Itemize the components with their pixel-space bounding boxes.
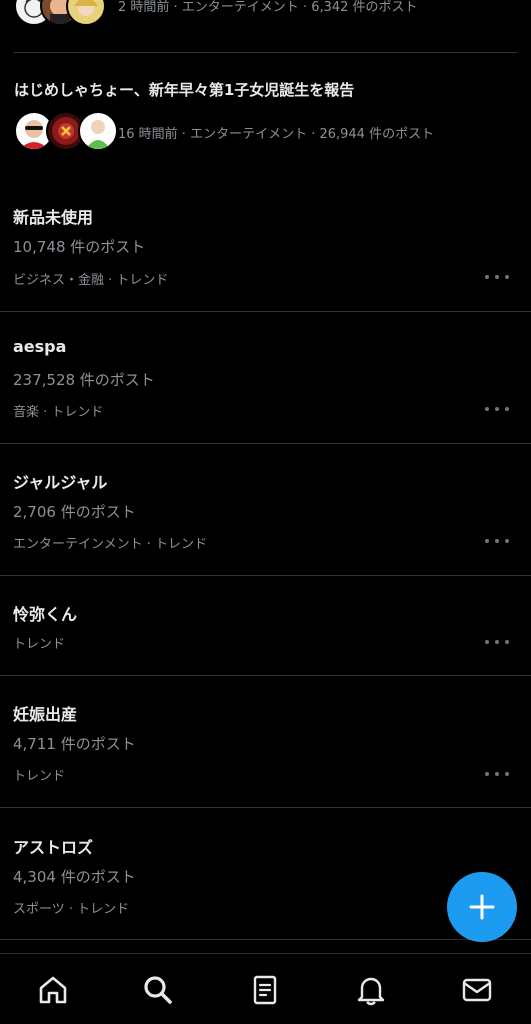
trend-post-count: 4,711 件のポスト — [13, 735, 136, 753]
notes-icon — [253, 975, 277, 1005]
trend-category: トレンド — [13, 769, 66, 784]
trend-category: エンターテインメント · トレンド — [13, 537, 208, 552]
trend-post-count: 4,304 件のポスト — [13, 868, 136, 886]
more-options-button[interactable] — [485, 766, 509, 782]
bell-icon — [357, 977, 385, 1006]
trend-title: 妊娠出産 — [13, 705, 78, 724]
news-story[interactable]: はじめしゃちょー、新年早々第1子女児誕生を報告 16 時間前 · エンターテイメ… — [0, 53, 531, 163]
trend-post-count: 237,528 件のポスト — [13, 371, 155, 389]
trend-category: 音楽 · トレンド — [13, 405, 104, 420]
trend-title: 怜弥くん — [13, 605, 78, 624]
plus-icon — [469, 894, 495, 920]
trend-post-count: 10,748 件のポスト — [13, 238, 146, 256]
trend-item[interactable]: 新品未使用 10,748 件のポスト ビジネス・金融 · トレンド — [0, 180, 531, 312]
trend-item[interactable]: 怜弥くん トレンド — [0, 576, 531, 676]
nav-search-button[interactable] — [138, 970, 178, 1010]
news-story-avatars — [14, 111, 118, 151]
nav-home-button[interactable] — [33, 970, 73, 1010]
more-options-button[interactable] — [485, 269, 509, 285]
more-options-button[interactable] — [485, 533, 509, 549]
trend-item[interactable]: aespa 237,528 件のポスト 音楽 · トレンド — [0, 312, 531, 444]
avatar-green-character-icon — [78, 111, 118, 151]
trend-post-count: 2,706 件のポスト — [13, 503, 136, 521]
trend-title: 新品未使用 — [13, 208, 94, 227]
avatar-blonde-icon — [66, 0, 106, 26]
nav-messages-button[interactable] — [457, 970, 497, 1010]
news-headline[interactable]: はじめしゃちょー、新年早々第1子女児誕生を報告 — [14, 79, 354, 100]
home-icon — [39, 976, 67, 1004]
trend-item[interactable]: 妊娠出産 4,711 件のポスト トレンド — [0, 676, 531, 808]
top-story[interactable]: 2 時間前 · エンターテイメント · 6,342 件のポスト — [0, 0, 531, 52]
search-icon — [144, 976, 172, 1004]
bottom-nav — [0, 953, 531, 1024]
top-story-meta: 2 時間前 · エンターテイメント · 6,342 件のポスト — [118, 0, 418, 15]
trend-title: アストロズ — [13, 838, 94, 857]
mail-icon — [462, 978, 492, 1002]
trend-category: ビジネス・金融 · トレンド — [13, 273, 169, 288]
nav-notes-button[interactable] — [245, 970, 285, 1010]
compose-button[interactable] — [447, 872, 517, 942]
explore-page: 2 時間前 · エンターテイメント · 6,342 件のポスト はじめしゃちょー… — [0, 0, 531, 1024]
trend-item[interactable]: ジャルジャル 2,706 件のポスト エンターテインメント · トレンド — [0, 444, 531, 576]
news-story-meta: 16 時間前 · エンターテイメント · 26,944 件のポスト — [118, 127, 435, 142]
more-options-button[interactable] — [485, 634, 509, 650]
trend-title: ジャルジャル — [13, 473, 108, 492]
more-options-button[interactable] — [485, 401, 509, 417]
trend-category: トレンド — [13, 637, 66, 652]
trend-title: aespa — [13, 337, 67, 356]
nav-notifications-button[interactable] — [351, 970, 391, 1010]
trend-category: スポーツ · トレンド — [13, 902, 130, 917]
top-story-avatars — [14, 0, 114, 26]
